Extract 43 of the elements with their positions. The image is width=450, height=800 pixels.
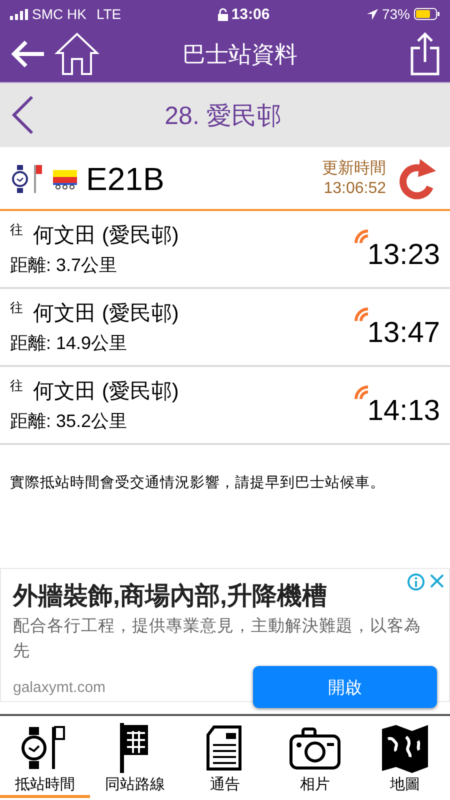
- ad-domain: galaxymt.com: [13, 678, 106, 696]
- distance: 距離: 14.9公里: [10, 332, 128, 355]
- share-button[interactable]: [410, 32, 440, 76]
- battery-icon: [414, 8, 440, 20]
- direction-label: 往: [10, 377, 23, 395]
- home-button[interactable]: [54, 31, 100, 77]
- destination: 何文田 (愛民邨): [33, 223, 179, 249]
- tab[interactable]: 地圖: [360, 716, 450, 800]
- clock-time: 13:06: [231, 6, 270, 22]
- tab[interactable]: 通告: [180, 716, 270, 800]
- update-time: 13:06:52: [324, 179, 386, 199]
- direction-label: 往: [10, 221, 23, 239]
- route-number: E21B: [86, 160, 166, 198]
- destination: 何文田 (愛民邨): [33, 379, 179, 405]
- battery-percent: 73%: [382, 6, 410, 22]
- signal-icon: [10, 8, 28, 20]
- back-button[interactable]: [10, 39, 46, 69]
- tab[interactable]: 抵站時間: [0, 716, 90, 800]
- station-name: 28. 愛民邨: [164, 100, 282, 132]
- distance: 距離: 3.7公里: [10, 254, 118, 277]
- page-title: 巴士站資料: [182, 40, 298, 68]
- destination: 何文田 (愛民邨): [33, 301, 179, 327]
- open-button[interactable]: 開啟: [253, 666, 437, 708]
- arrival-time: 14:13: [367, 394, 440, 426]
- lock-icon: [218, 8, 228, 20]
- previous-button[interactable]: [10, 95, 36, 135]
- refresh-button[interactable]: [398, 157, 438, 201]
- notice-text: 實際抵站時間會受交通情況影響，請提早到巴士站候車。: [10, 475, 385, 491]
- network-type: LTE: [96, 6, 122, 22]
- info-icon[interactable]: [407, 573, 425, 591]
- tab[interactable]: 相片: [270, 716, 360, 800]
- distance: 距離: 35.2公里: [10, 410, 128, 433]
- update-label: 更新時間: [322, 159, 386, 179]
- ad-description: 配合各行工程，提供專業意見，主動解決難題，以客為先: [13, 616, 422, 662]
- location-arrow-icon: [366, 8, 378, 20]
- direction-label: 往: [10, 299, 23, 317]
- carrier-name: SMC HK: [32, 6, 86, 22]
- ad-headline: 外牆裝飾,商場內部,升降機槽: [13, 581, 328, 612]
- bus-icon: [52, 168, 78, 190]
- arrival-time: 13:23: [367, 238, 440, 270]
- close-icon[interactable]: [429, 573, 445, 589]
- arrival-time: 13:47: [367, 316, 440, 348]
- tab[interactable]: 同站路線: [90, 716, 180, 800]
